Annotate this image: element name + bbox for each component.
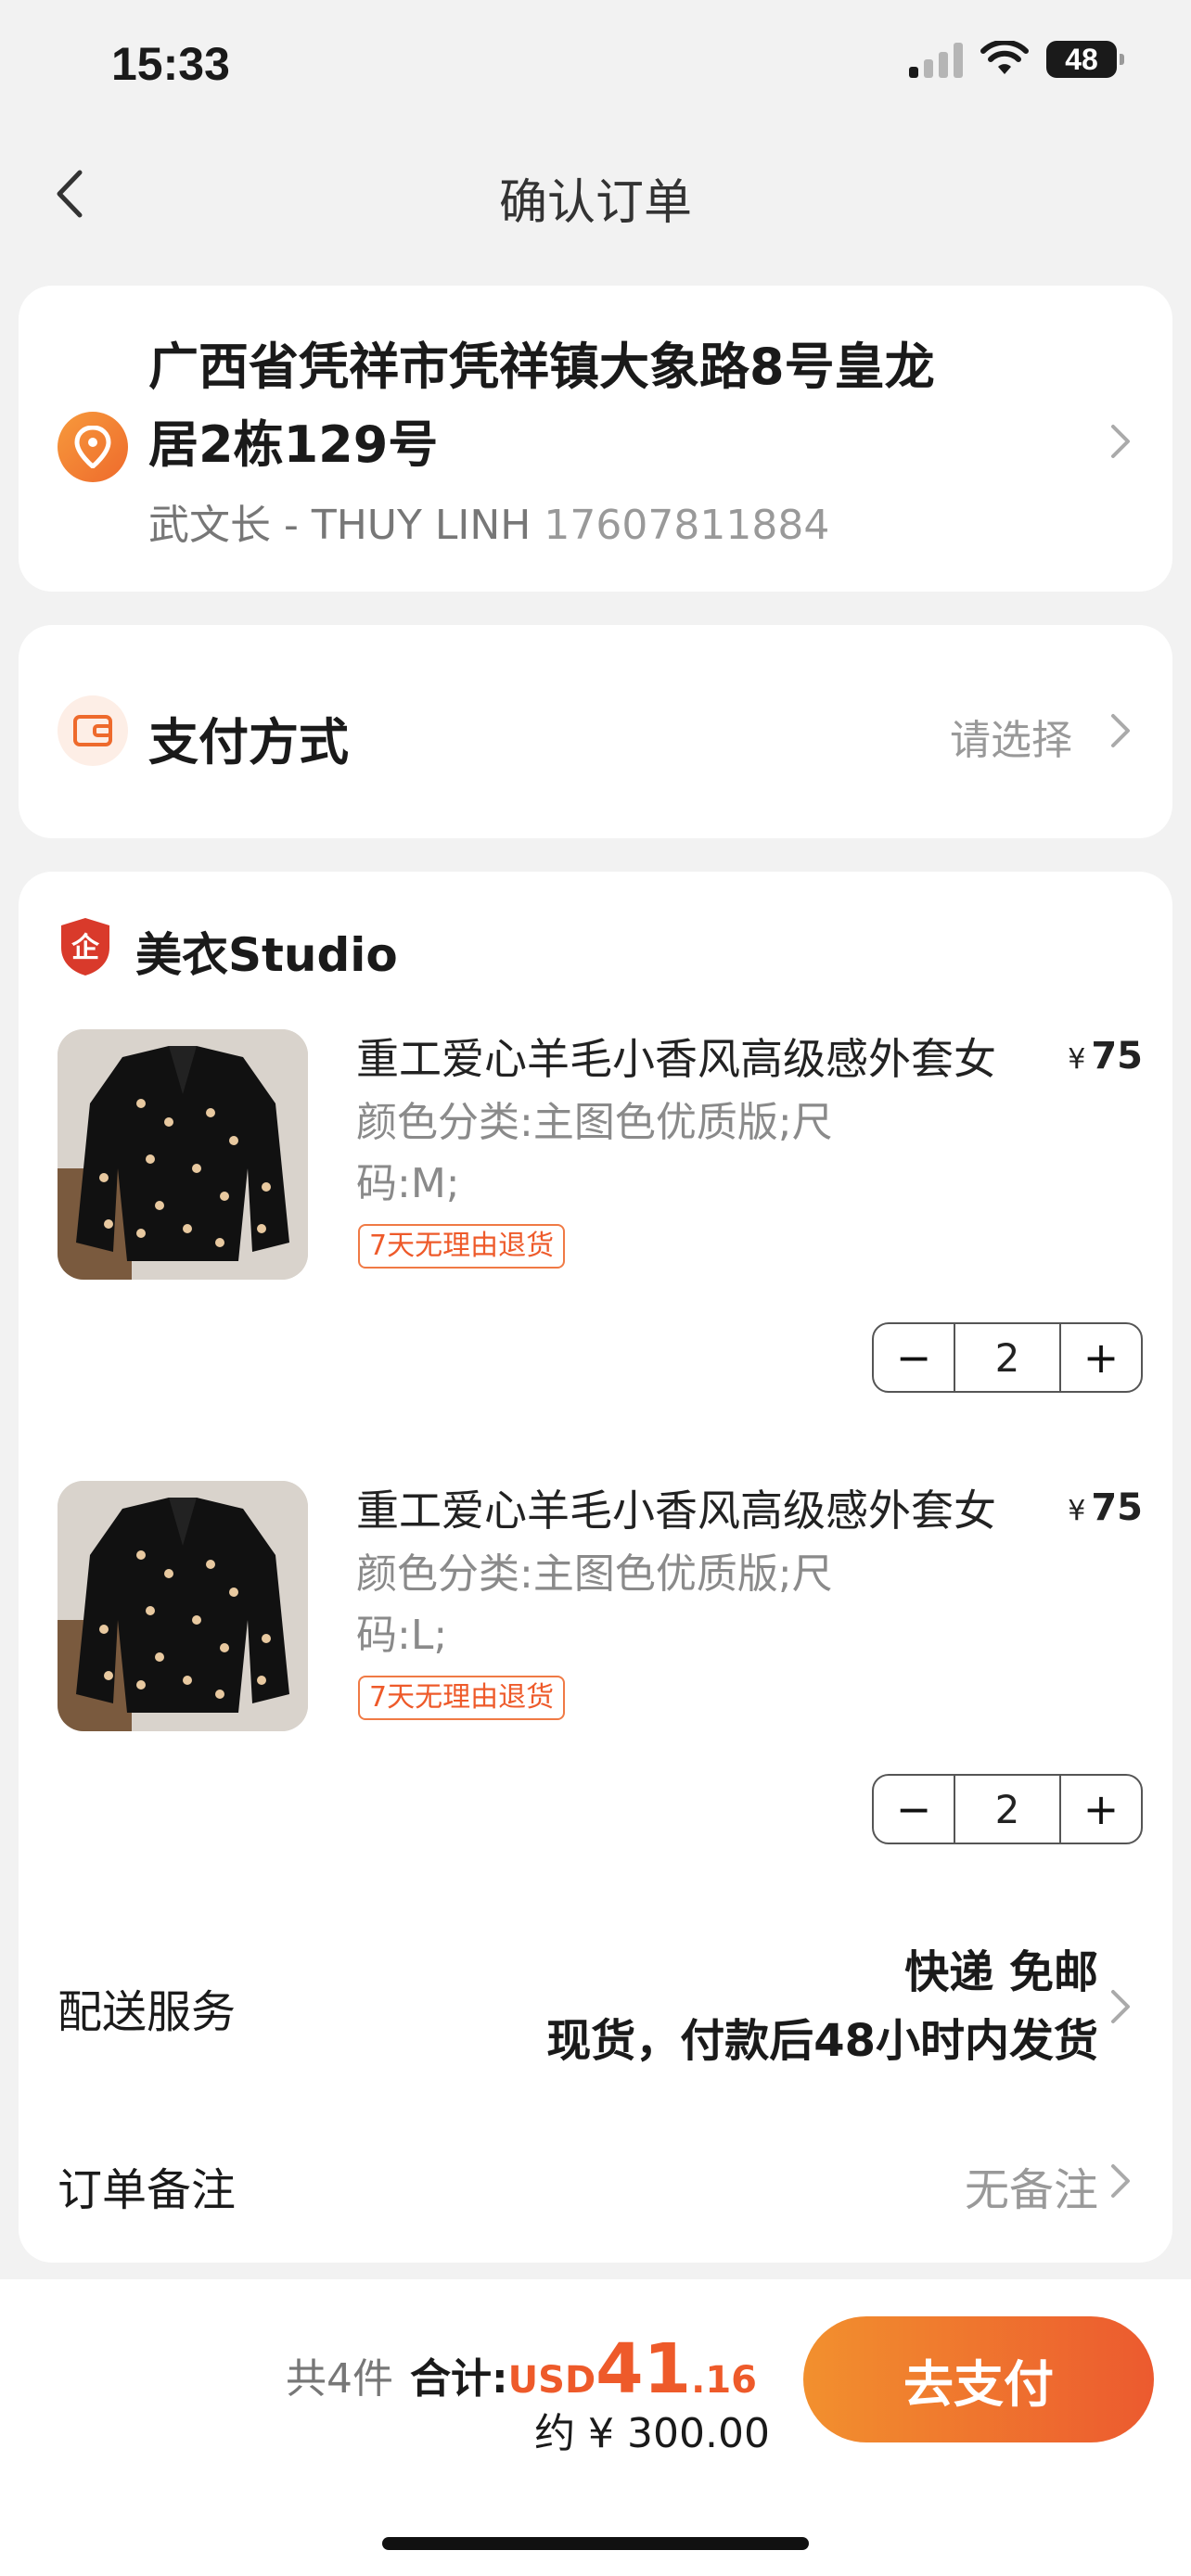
- quantity-stepper: − 2 +: [872, 1774, 1143, 1844]
- item-count: 共4件: [286, 2355, 394, 2403]
- pay-button[interactable]: 去支付: [803, 2316, 1154, 2442]
- product-image[interactable]: [58, 1481, 308, 1731]
- badge-char: 企: [71, 932, 100, 964]
- total-amount-decimal: .16: [691, 2359, 757, 2402]
- shipping-method: 快递 免邮: [904, 1946, 1098, 1998]
- nav-bar: 确认订单: [0, 139, 1191, 250]
- address-text: 广西省凭祥市凭祥镇大象路8号皇龙 居2栋129号: [148, 328, 1020, 484]
- address-contact: 武文长 - THUY LINH 17607811884: [148, 491, 829, 551]
- contact-phone: 17607811884: [544, 502, 830, 549]
- price-symbol: ¥: [1068, 1495, 1086, 1527]
- increase-quantity-button[interactable]: +: [1061, 1776, 1141, 1843]
- approx-cny-total: 约 ¥ 300.00: [534, 2410, 770, 2457]
- return-policy-badge: 7天无理由退货: [358, 1224, 566, 1269]
- quantity-stepper: − 2 +: [872, 1322, 1143, 1393]
- total-currency: USD: [507, 2359, 596, 2402]
- shipping-label: 配送服务: [58, 1986, 237, 2038]
- wifi-icon: [980, 41, 1029, 74]
- product-spec-line-1: 颜色分类:主图色优质版;尺: [356, 1550, 833, 1598]
- checkout-bar: 共4件 合计: USD 41 .16 约 ¥ 300.00 去支付: [0, 2279, 1191, 2576]
- product-title: 重工爱心羊毛小香风高级感外套女: [356, 1034, 996, 1084]
- product-price: ¥75: [1068, 1486, 1143, 1529]
- address-line-2: 居2栋129号: [148, 415, 439, 474]
- product-spec: 颜色分类:主图色优质版;尺 码:M;: [356, 1092, 913, 1215]
- status-icons: 48: [909, 41, 1124, 78]
- order-note-value: 无备注: [964, 2164, 1098, 2216]
- chevron-right-icon: [1111, 2164, 1130, 2198]
- shipping-details: 快递 免邮 现货，付款后48小时内发货: [546, 1938, 1098, 2075]
- home-indicator[interactable]: [382, 2537, 809, 2550]
- quantity-value[interactable]: 2: [954, 1776, 1061, 1843]
- return-policy-badge: 7天无理由退货: [358, 1676, 566, 1720]
- chevron-right-icon: [1111, 714, 1130, 747]
- product-spec-line-2: 码:M;: [356, 1160, 460, 1207]
- status-bar: 15:33 48: [0, 0, 1191, 139]
- price-value: 75: [1091, 1035, 1143, 1078]
- payment-value: 请选择: [950, 717, 1072, 764]
- product-title: 重工爱心羊毛小香风高级感外套女: [356, 1486, 996, 1536]
- store-card: 企 美衣Studio 重工爱心羊毛小香风高级感外套女 ¥75 颜色分类:主图色优…: [19, 872, 1172, 2263]
- product-spec-line-2: 码:L;: [356, 1612, 448, 1659]
- shipping-time: 现货，付款后48小时内发货: [546, 2015, 1098, 2067]
- cellular-signal-icon: [909, 41, 963, 78]
- quantity-value[interactable]: 2: [954, 1324, 1061, 1391]
- battery-icon: 48: [1046, 41, 1124, 78]
- decrease-quantity-button[interactable]: −: [874, 1776, 954, 1843]
- price-symbol: ¥: [1068, 1043, 1086, 1076]
- address-card[interactable]: 广西省凭祥市凭祥镇大象路8号皇龙 居2栋129号 武文长 - THUY LINH…: [19, 286, 1172, 592]
- store-name[interactable]: 美衣Studio: [135, 918, 398, 985]
- enterprise-shield-icon: 企: [61, 918, 109, 976]
- contact-name: 武文长 - THUY LINH: [148, 502, 531, 549]
- payment-label: 支付方式: [148, 713, 349, 772]
- page-title: 确认订单: [498, 175, 692, 231]
- decrease-quantity-button[interactable]: −: [874, 1324, 954, 1391]
- chevron-right-icon: [1111, 425, 1130, 458]
- location-pin-icon: [58, 412, 128, 482]
- increase-quantity-button[interactable]: +: [1061, 1324, 1141, 1391]
- payment-method-row[interactable]: 支付方式 请选择: [19, 625, 1172, 838]
- order-total: 共4件 合计: USD 41 .16: [286, 2329, 757, 2409]
- product-item[interactable]: 重工爱心羊毛小香风高级感外套女 ¥75 颜色分类:主图色优质版;尺 码:L; 7…: [58, 1481, 1143, 1852]
- total-label: 合计:: [410, 2355, 508, 2403]
- product-item[interactable]: 重工爱心羊毛小香风高级感外套女 ¥75 颜色分类:主图色优质版;尺 码:M; 7…: [58, 1029, 1143, 1400]
- product-spec: 颜色分类:主图色优质版;尺 码:L;: [356, 1544, 913, 1666]
- product-image[interactable]: [58, 1029, 308, 1280]
- total-amount-integer: 41: [596, 2329, 692, 2409]
- product-price: ¥75: [1068, 1035, 1143, 1078]
- status-time: 15:33: [111, 38, 230, 90]
- order-note-label: 订单备注: [58, 2164, 237, 2216]
- wallet-icon: [58, 695, 128, 766]
- price-value: 75: [1091, 1486, 1143, 1529]
- chevron-right-icon: [1111, 1990, 1130, 2023]
- address-line-1: 广西省凭祥市凭祥镇大象路8号皇龙: [148, 338, 935, 396]
- product-spec-line-1: 颜色分类:主图色优质版;尺: [356, 1099, 833, 1146]
